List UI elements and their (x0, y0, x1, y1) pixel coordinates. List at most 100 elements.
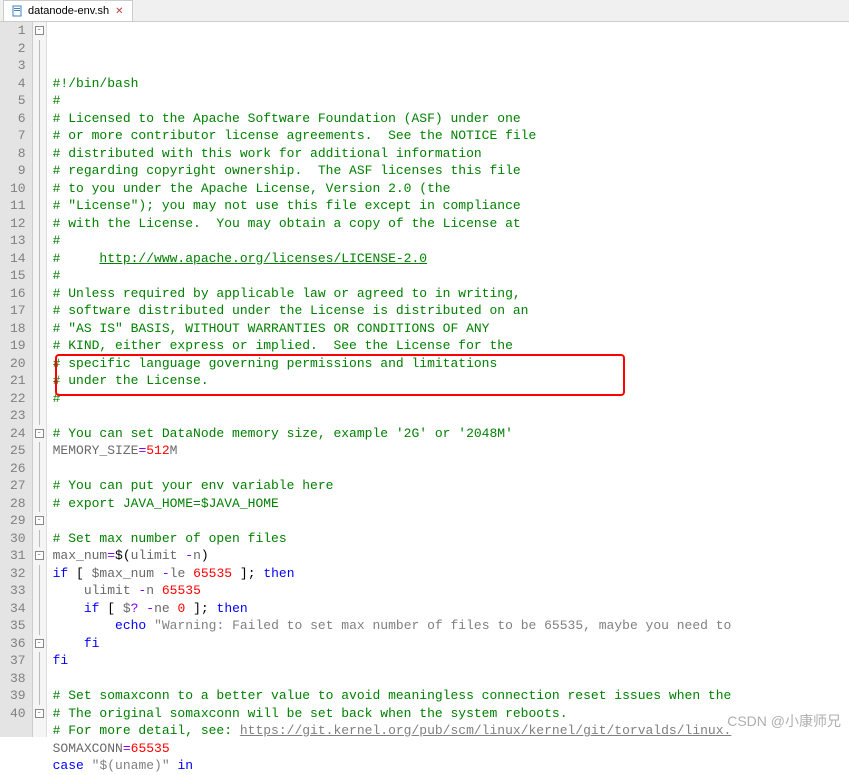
fold-marker (33, 320, 46, 338)
line-number: 17 (10, 302, 26, 320)
code-line: # under the License. (53, 372, 849, 390)
line-number: 3 (10, 57, 26, 75)
code-line: # with the License. You may obtain a cop… (53, 215, 849, 233)
code-line: echo "Warning: Failed to set max number … (53, 617, 849, 635)
fold-marker[interactable]: - (33, 705, 46, 723)
close-icon[interactable]: ✕ (115, 6, 123, 17)
code-line: # (53, 232, 849, 250)
line-number: 29 (10, 512, 26, 530)
fold-marker (33, 92, 46, 110)
line-number: 9 (10, 162, 26, 180)
fold-marker (33, 145, 46, 163)
line-number: 39 (10, 687, 26, 705)
code-line (53, 407, 849, 425)
line-number: 25 (10, 442, 26, 460)
line-number: 40 (10, 705, 26, 723)
fold-marker (33, 127, 46, 145)
line-number: 21 (10, 372, 26, 390)
code-line (53, 512, 849, 530)
fold-marker (33, 75, 46, 93)
code-line: # to you under the Apache License, Versi… (53, 180, 849, 198)
code-line: if [ $max_num -le 65535 ]; then (53, 565, 849, 583)
line-number: 20 (10, 355, 26, 373)
line-number: 34 (10, 600, 26, 618)
code-line (53, 670, 849, 688)
tab-filename: datanode-env.sh (28, 5, 109, 17)
fold-marker[interactable]: - (33, 425, 46, 443)
fold-marker[interactable]: - (33, 22, 46, 40)
line-number: 7 (10, 127, 26, 145)
fold-marker (33, 250, 46, 268)
line-number: 11 (10, 197, 26, 215)
code-editor[interactable]: 1234567891011121314151617181920212223242… (0, 22, 849, 737)
line-number: 33 (10, 582, 26, 600)
code-line: case "$(uname)" in (53, 757, 849, 775)
code-line: ulimit -n 65535 (53, 582, 849, 600)
code-line: # software distributed under the License… (53, 302, 849, 320)
line-number: 18 (10, 320, 26, 338)
code-line: # http://www.apache.org/licenses/LICENSE… (53, 250, 849, 268)
line-number: 8 (10, 145, 26, 163)
code-line: # (53, 390, 849, 408)
code-line: #!/bin/bash (53, 75, 849, 93)
line-number: 4 (10, 75, 26, 93)
fold-marker (33, 162, 46, 180)
line-number: 30 (10, 530, 26, 548)
line-number: 28 (10, 495, 26, 513)
fold-marker[interactable]: - (33, 512, 46, 530)
line-number: 26 (10, 460, 26, 478)
fold-marker (33, 565, 46, 583)
line-number: 31 (10, 547, 26, 565)
code-line: # or more contributor license agreements… (53, 127, 849, 145)
fold-marker (33, 477, 46, 495)
fold-marker (33, 460, 46, 478)
code-line: fi (53, 652, 849, 670)
code-line: # "AS IS" BASIS, WITHOUT WARRANTIES OR C… (53, 320, 849, 338)
code-line: # export JAVA_HOME=$JAVA_HOME (53, 495, 849, 513)
code-line: fi (53, 635, 849, 653)
fold-marker (33, 232, 46, 250)
code-line: # You can set DataNode memory size, exam… (53, 425, 849, 443)
line-number: 13 (10, 232, 26, 250)
line-number: 1 (10, 22, 26, 40)
fold-marker (33, 215, 46, 233)
fold-marker (33, 670, 46, 688)
line-number: 14 (10, 250, 26, 268)
fold-marker (33, 267, 46, 285)
fold-marker (33, 495, 46, 513)
fold-marker (33, 600, 46, 618)
code-line: # Set max number of open files (53, 530, 849, 548)
line-number: 36 (10, 635, 26, 653)
fold-marker[interactable]: - (33, 547, 46, 565)
line-number: 37 (10, 652, 26, 670)
line-number: 6 (10, 110, 26, 128)
line-number: 23 (10, 407, 26, 425)
code-line: # regarding copyright ownership. The ASF… (53, 162, 849, 180)
file-icon (12, 5, 24, 17)
fold-column: - - - - - - (33, 22, 47, 737)
fold-marker (33, 390, 46, 408)
fold-marker (33, 285, 46, 303)
fold-marker[interactable]: - (33, 635, 46, 653)
code-line: SOMAXCONN=65535 (53, 740, 849, 758)
code-line: # (53, 267, 849, 285)
code-line (53, 460, 849, 478)
line-number: 32 (10, 565, 26, 583)
line-number: 5 (10, 92, 26, 110)
code-line: # distributed with this work for additio… (53, 145, 849, 163)
file-tab[interactable]: datanode-env.sh ✕ (3, 0, 133, 21)
fold-marker (33, 687, 46, 705)
tab-bar: datanode-env.sh ✕ (0, 0, 849, 22)
fold-marker (33, 355, 46, 373)
code-line: # (53, 92, 849, 110)
fold-marker (33, 582, 46, 600)
code-line: # Unless required by applicable law or a… (53, 285, 849, 303)
code-line: # KIND, either express or implied. See t… (53, 337, 849, 355)
code-line: # "License"); you may not use this file … (53, 197, 849, 215)
line-number: 38 (10, 670, 26, 688)
code-area[interactable]: #!/bin/bash## Licensed to the Apache Sof… (47, 22, 849, 737)
code-line: # specific language governing permission… (53, 355, 849, 373)
fold-marker (33, 407, 46, 425)
line-number: 15 (10, 267, 26, 285)
fold-marker (33, 652, 46, 670)
